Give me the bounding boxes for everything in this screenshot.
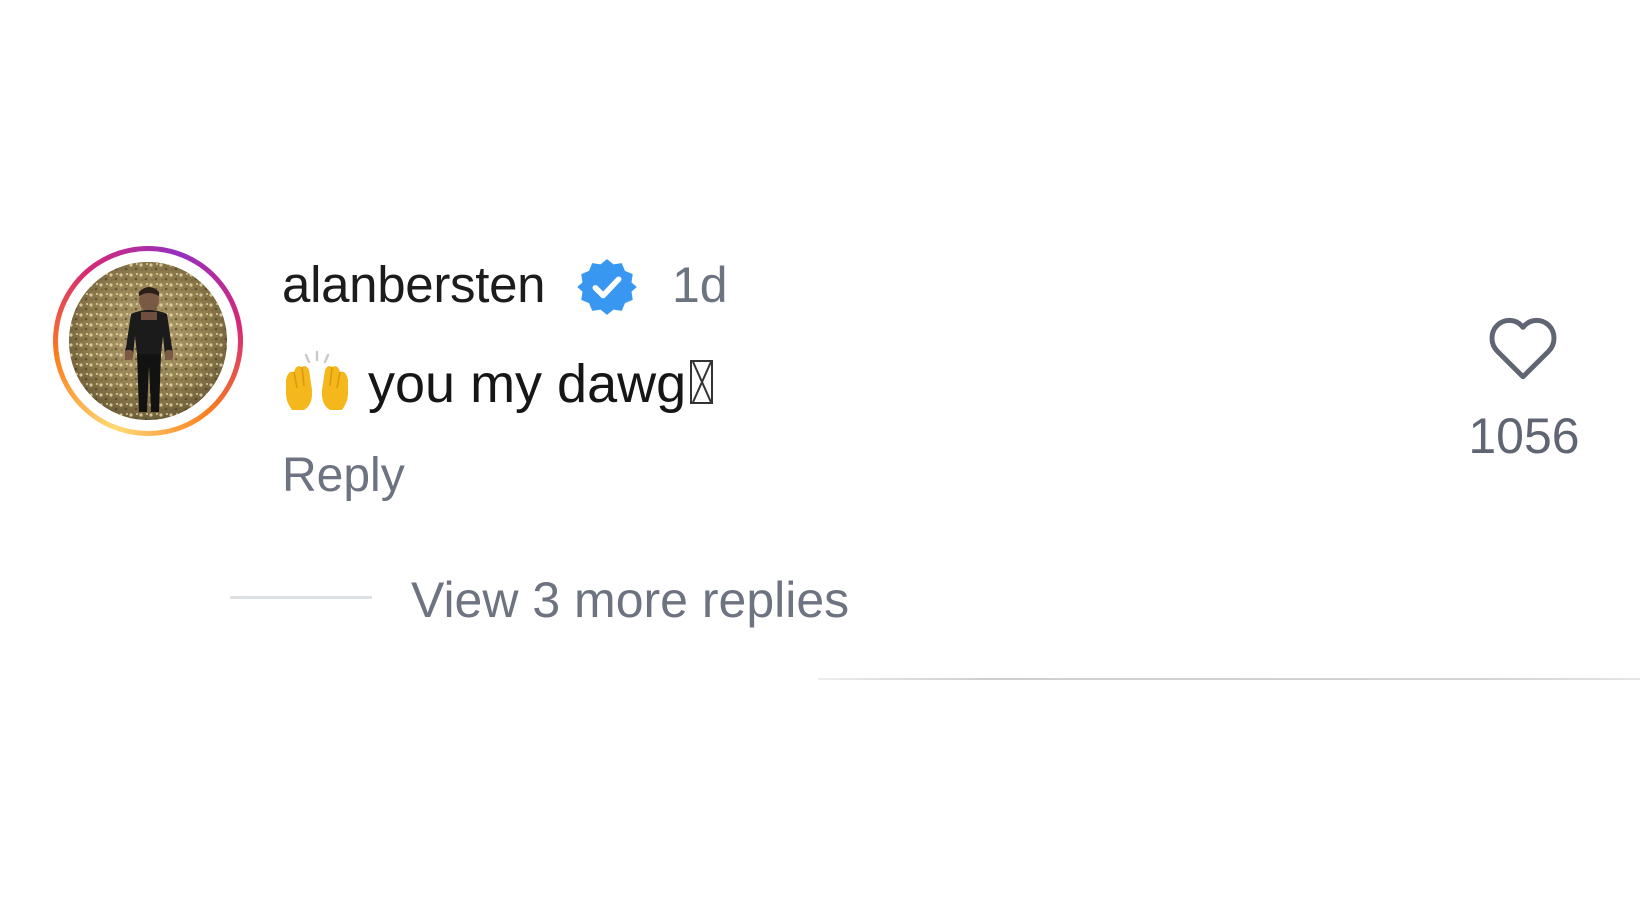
comment-username[interactable]: alanbersten	[282, 255, 546, 315]
avatar	[69, 262, 227, 420]
comment-item: alanbersten 1d you my dawg Reply 1056 Vi…	[0, 0, 1640, 924]
comment-text: you my dawg	[368, 354, 687, 414]
avatar-photo	[69, 262, 227, 420]
replies-line-divider	[230, 596, 372, 599]
verified-badge-icon	[577, 259, 637, 315]
raising-hands-emoji-icon	[286, 350, 348, 410]
like-count: 1056	[1468, 408, 1580, 464]
heart-icon[interactable]	[1488, 316, 1558, 382]
avatar-ring-gap	[58, 251, 238, 431]
comment-timestamp: 1d	[672, 257, 728, 313]
avatar-story-ring[interactable]	[53, 246, 243, 436]
missing-glyph-icon	[690, 360, 714, 404]
section-divider	[818, 678, 1640, 680]
reply-button[interactable]: Reply	[282, 447, 405, 505]
comment-body: you my dawg	[282, 350, 714, 417]
view-more-replies-button[interactable]: View 3 more replies	[411, 570, 849, 630]
